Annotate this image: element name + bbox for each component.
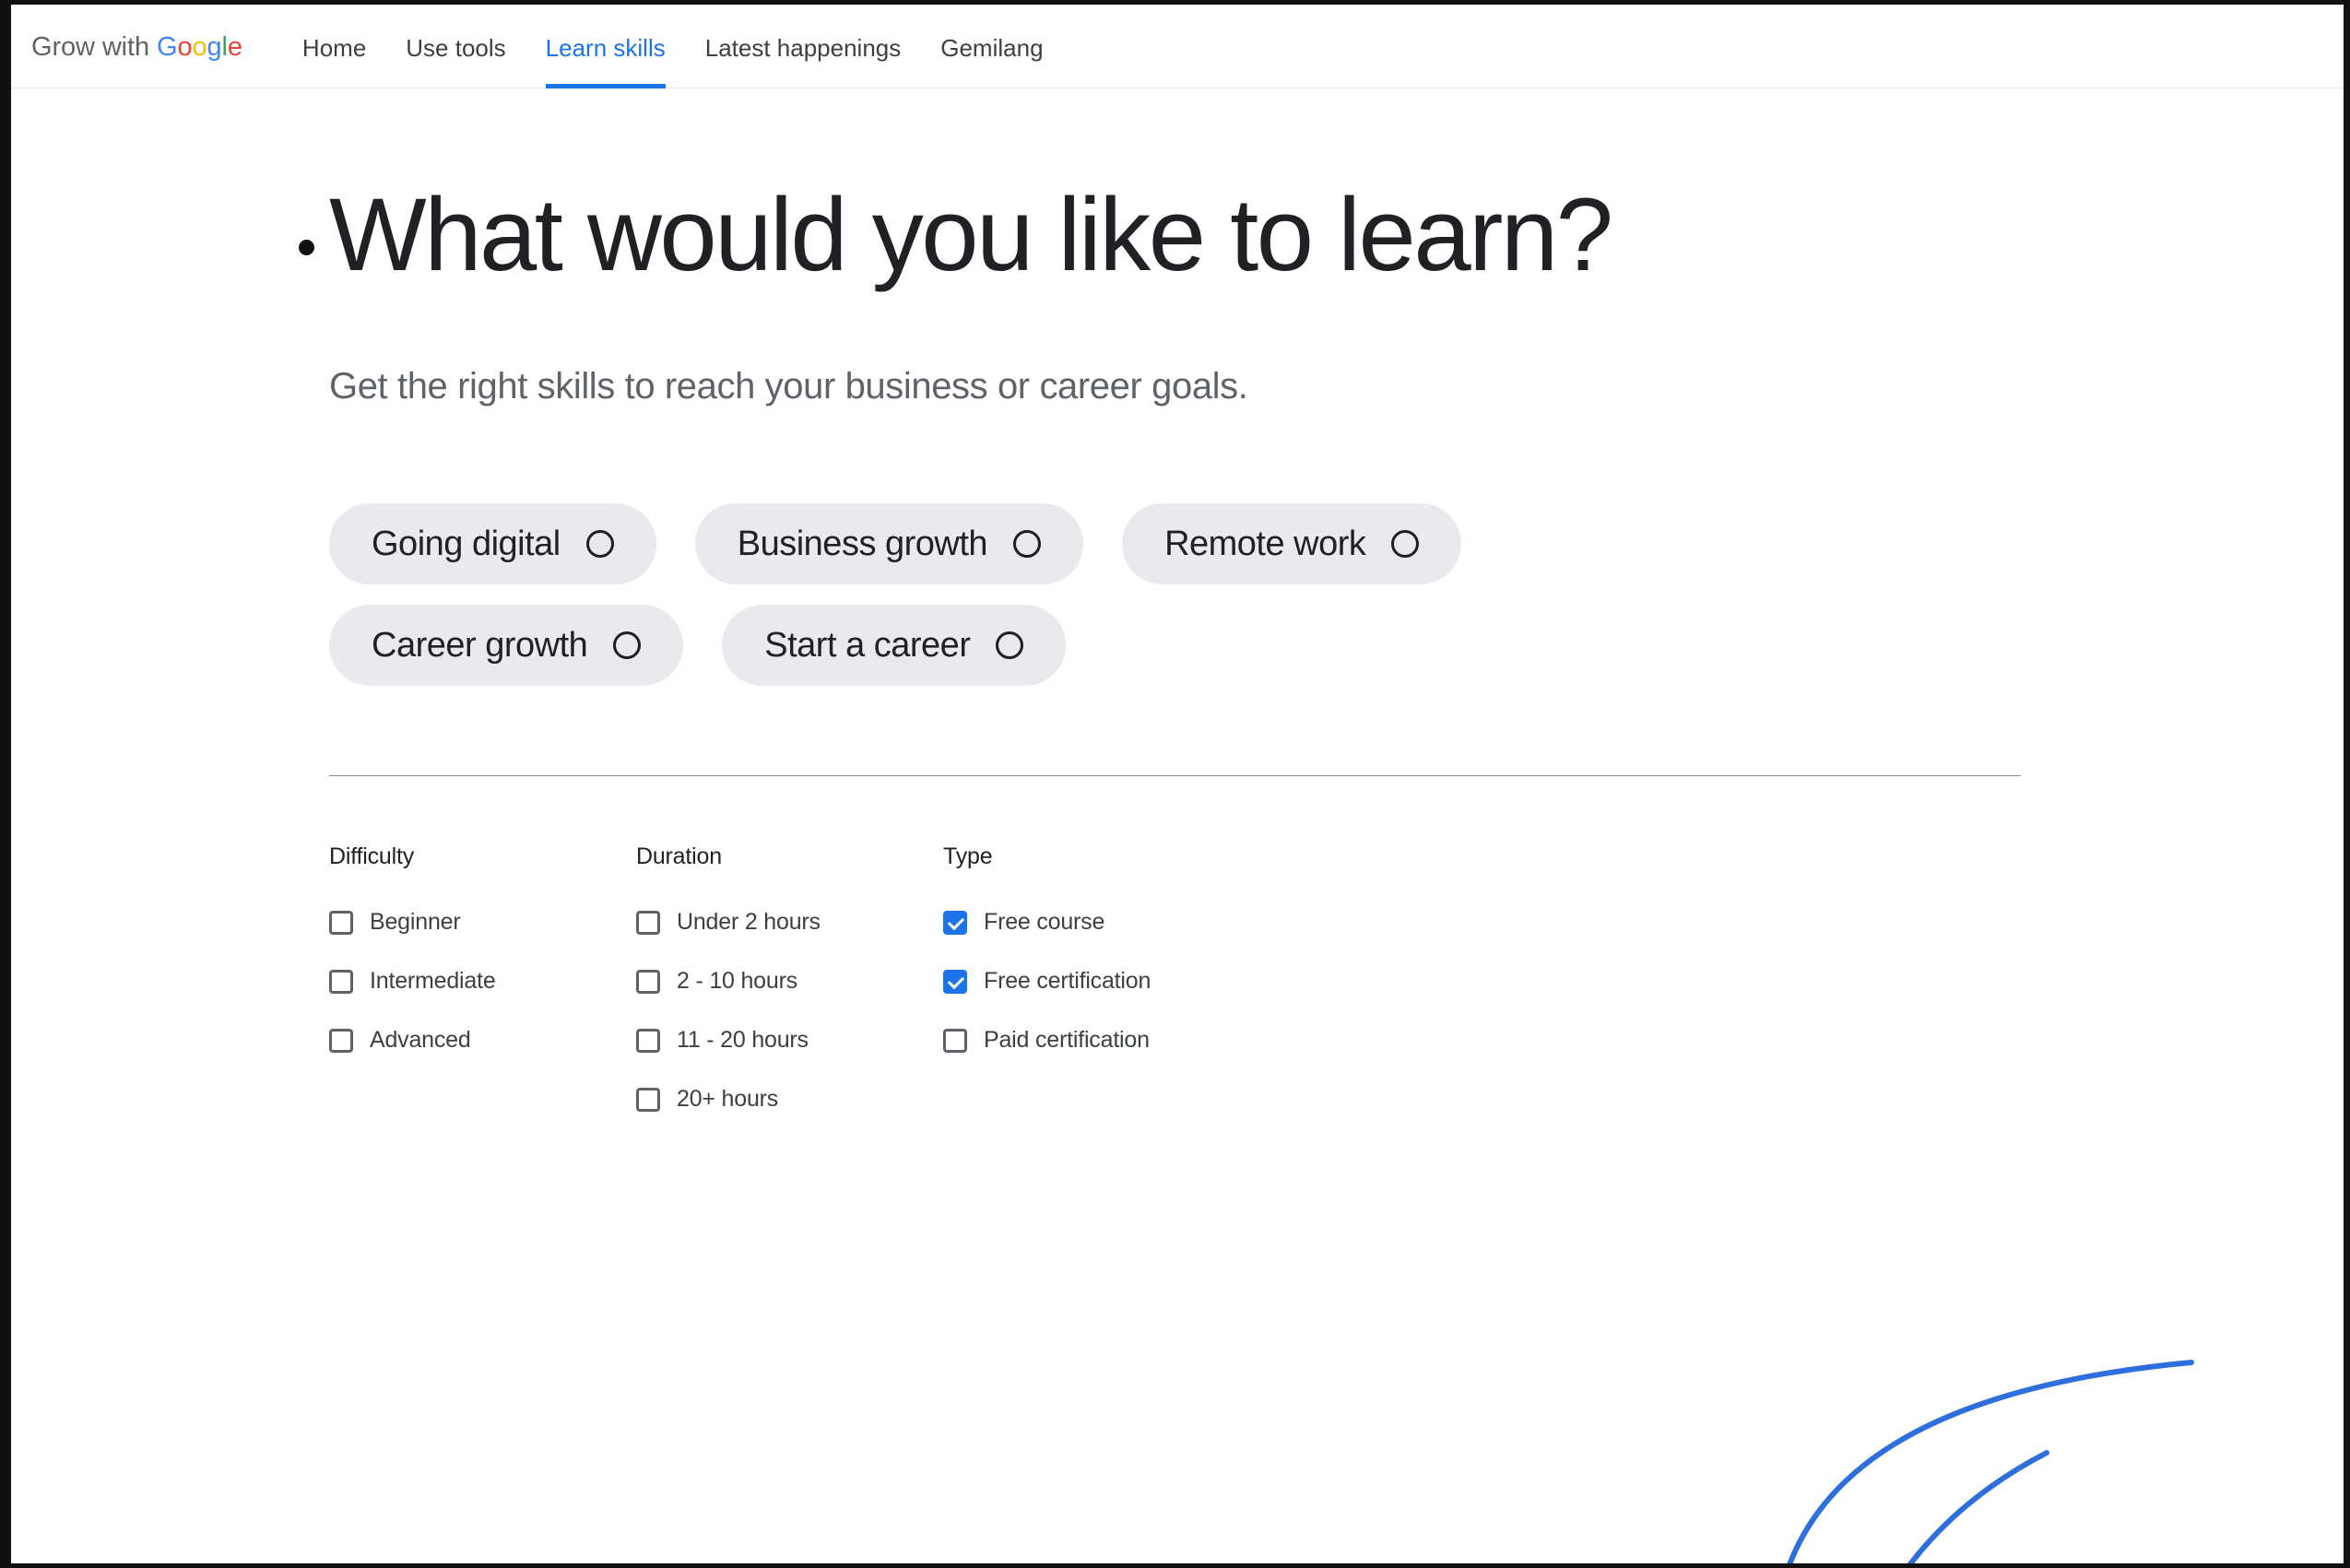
filter-column-type: Type Free course Free certification Paid… bbox=[943, 843, 1250, 1145]
circle-outline-icon bbox=[1391, 530, 1420, 558]
filter-option-label: Paid certification bbox=[984, 1027, 1150, 1053]
arc-outer bbox=[1787, 1360, 2194, 1563]
circle-outline-icon bbox=[996, 631, 1024, 659]
checkbox-checked-icon[interactable] bbox=[943, 969, 967, 994]
chip-career-growth[interactable]: Career growth bbox=[329, 605, 684, 686]
chip-label: Business growth bbox=[737, 524, 988, 563]
filter-option-label: 20+ hours bbox=[677, 1086, 779, 1112]
brand-letter-o2: o bbox=[192, 32, 207, 62]
filter-option-label: Free course bbox=[984, 909, 1105, 935]
filter-panel: Difficulty Beginner Intermediate Advance… bbox=[329, 843, 2344, 1145]
main-navigation: Home Use tools Learn skills Latest happe… bbox=[302, 5, 1044, 88]
circle-outline-icon bbox=[585, 530, 614, 558]
page-title-text: What would you like to learn? bbox=[329, 177, 1613, 292]
filter-option-free-certification[interactable]: Free certification bbox=[943, 968, 1250, 995]
chip-label: Remote work bbox=[1164, 524, 1366, 563]
topic-chip-row-1: Going digital Business growth Remote wor… bbox=[329, 503, 2344, 584]
arc-inner bbox=[1907, 1450, 2049, 1563]
filter-option-free-course[interactable]: Free course bbox=[943, 909, 1250, 936]
blue-arcs-decoration bbox=[1787, 1360, 2194, 1563]
filter-column-duration: Duration Under 2 hours 2 - 10 hours 11 -… bbox=[636, 843, 943, 1145]
checkbox-icon[interactable] bbox=[329, 1028, 353, 1053]
nav-item-learn-skills[interactable]: Learn skills bbox=[545, 5, 666, 88]
filter-option-11-20-hours[interactable]: 11 - 20 hours bbox=[636, 1027, 943, 1054]
filter-option-label: Under 2 hours bbox=[677, 909, 821, 935]
checkbox-icon[interactable] bbox=[636, 969, 660, 994]
checkbox-icon[interactable] bbox=[329, 910, 353, 935]
nav-item-latest-happenings[interactable]: Latest happenings bbox=[705, 5, 902, 88]
section-divider bbox=[329, 775, 2021, 776]
filter-option-label: Intermediate bbox=[370, 968, 496, 994]
filter-option-beginner[interactable]: Beginner bbox=[329, 909, 636, 936]
chip-label: Going digital bbox=[372, 524, 561, 563]
nav-item-use-tools[interactable]: Use tools bbox=[406, 5, 505, 88]
filter-option-label: Advanced bbox=[370, 1027, 471, 1053]
checkbox-icon[interactable] bbox=[329, 969, 353, 994]
checkbox-icon[interactable] bbox=[636, 910, 660, 935]
page-title: What would you like to learn? bbox=[299, 183, 1730, 287]
nav-item-home[interactable]: Home bbox=[302, 5, 366, 88]
filter-heading-type: Type bbox=[943, 843, 993, 869]
chip-label: Start a career bbox=[764, 625, 971, 665]
site-header: Grow with Google Home Use tools Learn sk… bbox=[11, 5, 2344, 88]
filter-option-label: 11 - 20 hours bbox=[677, 1027, 809, 1053]
filter-option-2-10-hours[interactable]: 2 - 10 hours bbox=[636, 968, 943, 995]
circle-outline-icon bbox=[1013, 530, 1042, 558]
bullet-dot-icon bbox=[299, 240, 314, 255]
filter-option-20-plus-hours[interactable]: 20+ hours bbox=[636, 1086, 943, 1113]
filter-option-intermediate[interactable]: Intermediate bbox=[329, 968, 636, 995]
window-frame: Grow with Google Home Use tools Learn sk… bbox=[0, 0, 2350, 1568]
checkbox-icon[interactable] bbox=[636, 1087, 660, 1112]
brand-letter-o1: o bbox=[177, 32, 193, 62]
page-viewport: Grow with Google Home Use tools Learn sk… bbox=[11, 5, 2344, 1563]
brand-letter-g1: G bbox=[156, 32, 178, 62]
chip-remote-work[interactable]: Remote work bbox=[1122, 503, 1462, 584]
topic-chip-group: Going digital Business growth Remote wor… bbox=[329, 503, 2344, 686]
filter-heading-duration: Duration bbox=[636, 843, 722, 869]
brand-prefix: Grow with bbox=[31, 32, 157, 62]
checkbox-checked-icon[interactable] bbox=[943, 910, 967, 935]
topic-chip-row-2: Career growth Start a career bbox=[329, 605, 2344, 686]
filter-heading-difficulty: Difficulty bbox=[329, 843, 415, 869]
chip-business-growth[interactable]: Business growth bbox=[694, 503, 1084, 584]
checkbox-icon[interactable] bbox=[943, 1028, 967, 1053]
chip-label: Career growth bbox=[372, 625, 588, 665]
circle-outline-icon bbox=[613, 631, 642, 659]
chip-start-a-career[interactable]: Start a career bbox=[722, 605, 1067, 686]
page-subtitle: Get the right skills to reach your busin… bbox=[329, 366, 1248, 407]
filter-column-difficulty: Difficulty Beginner Intermediate Advance… bbox=[329, 843, 636, 1145]
filter-option-paid-certification[interactable]: Paid certification bbox=[943, 1027, 1250, 1054]
filter-option-under-2-hours[interactable]: Under 2 hours bbox=[636, 909, 943, 936]
filter-option-label: Free certification bbox=[984, 968, 1151, 994]
filter-option-label: 2 - 10 hours bbox=[677, 968, 798, 994]
filter-option-label: Beginner bbox=[370, 909, 461, 935]
brand-logo[interactable]: Grow with Google bbox=[31, 34, 242, 61]
filter-option-advanced[interactable]: Advanced bbox=[329, 1027, 636, 1054]
chip-going-digital[interactable]: Going digital bbox=[329, 503, 656, 584]
nav-item-gemilang[interactable]: Gemilang bbox=[940, 5, 1043, 88]
checkbox-icon[interactable] bbox=[636, 1028, 660, 1053]
brand-letter-e: e bbox=[227, 32, 242, 62]
brand-letter-g2: g bbox=[207, 32, 222, 62]
main-content: What would you like to learn? Get the ri… bbox=[11, 183, 2344, 1145]
